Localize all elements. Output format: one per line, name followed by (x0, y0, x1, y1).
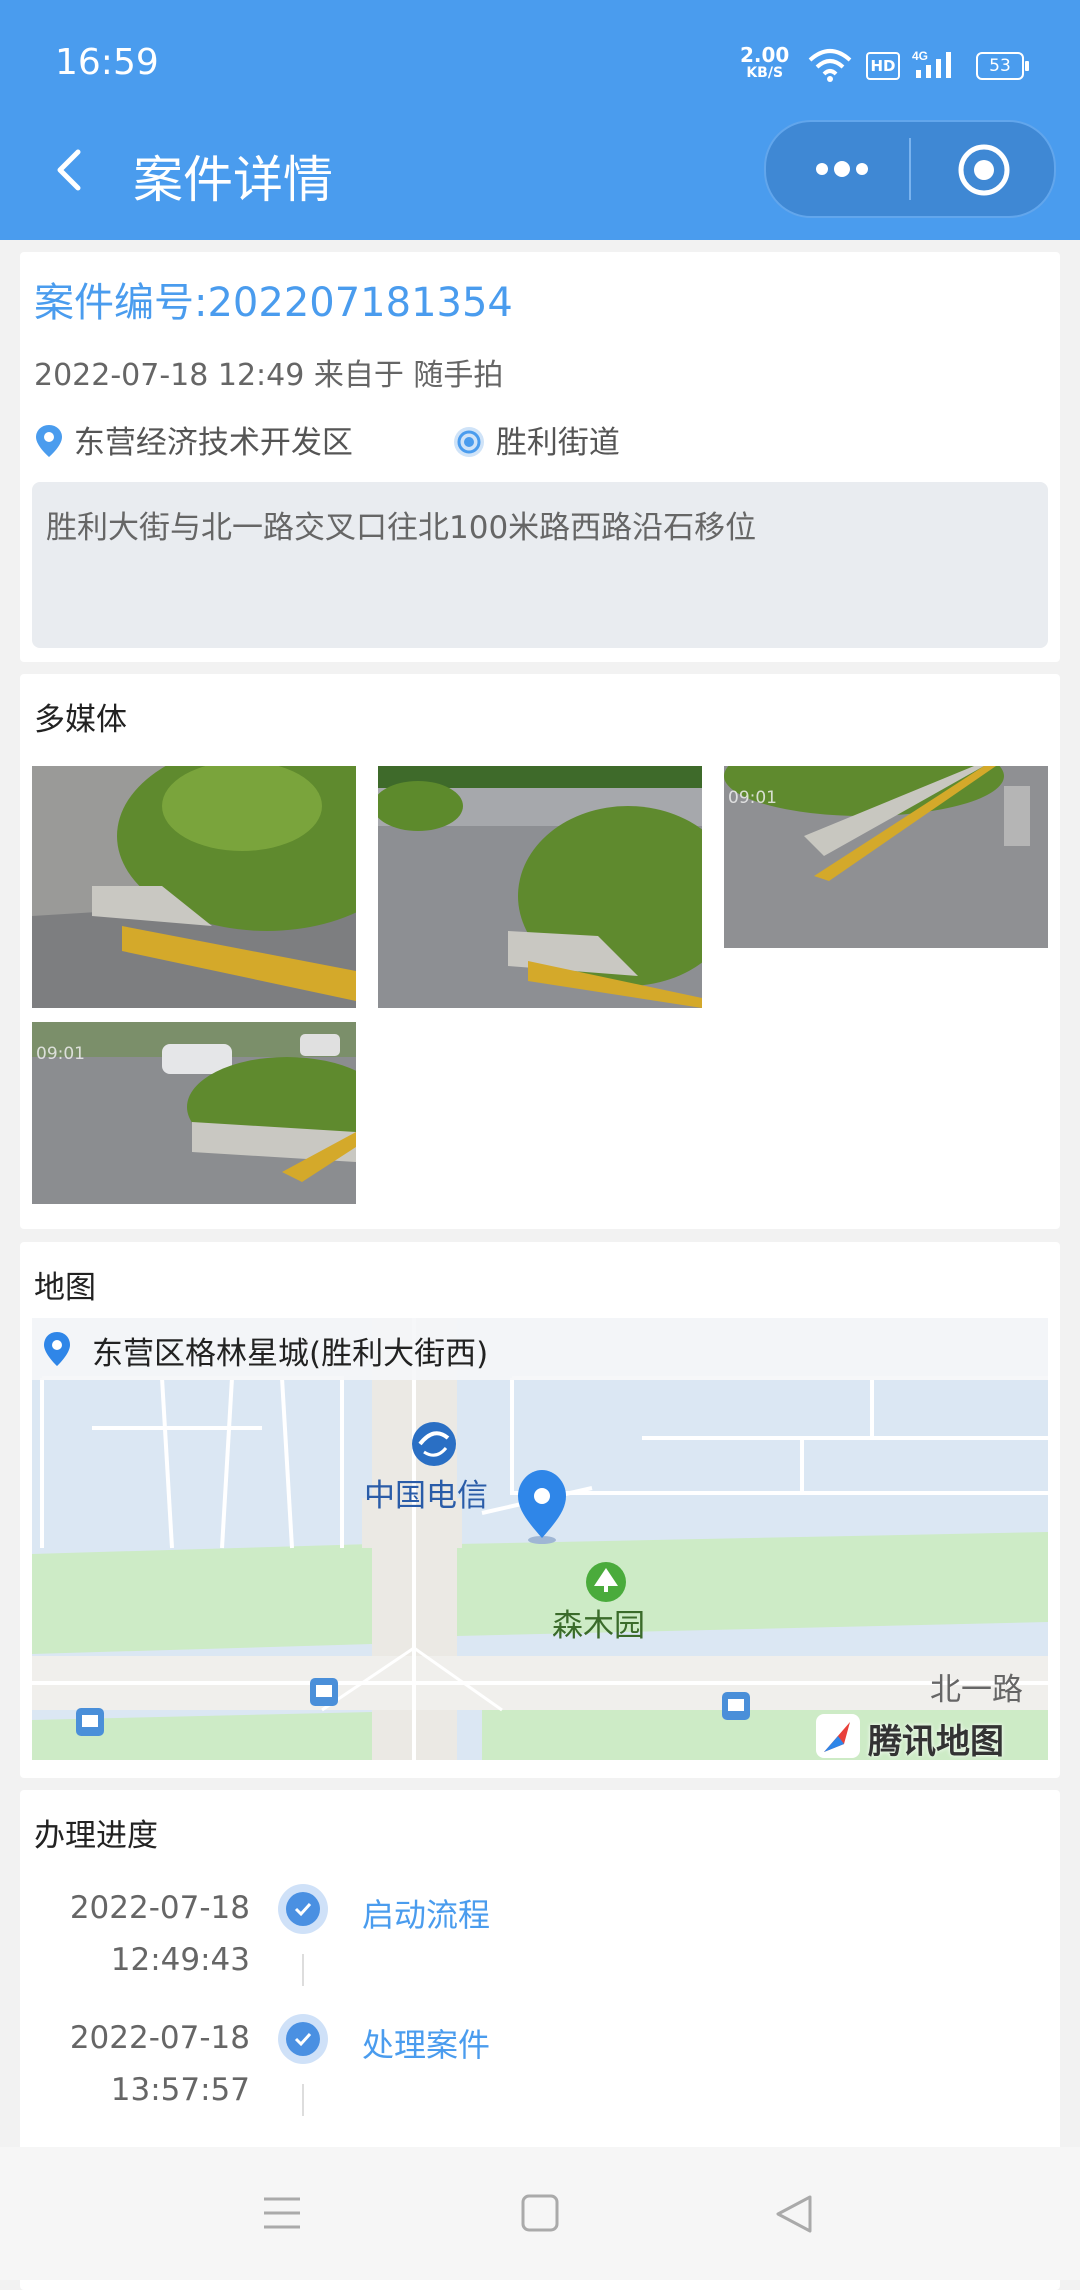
address-pin-icon (44, 1332, 70, 1366)
media-card: 多媒体 09:01 09:01 (20, 674, 1060, 1229)
progress-title: 办理进度 (34, 1818, 158, 1854)
media-title: 多媒体 (34, 702, 127, 738)
timeline-step-2-label: 处理案件 (362, 2026, 491, 2064)
wifi-icon (808, 49, 852, 82)
close-target-icon[interactable] (956, 142, 1012, 198)
street-label: 胜利街道 (495, 425, 620, 461)
media-photo-3[interactable]: 09:01 (724, 766, 1048, 948)
step-date: 2022-07-18 (69, 1890, 250, 1926)
timeline-step-1-label: 启动流程 (362, 1896, 491, 1934)
case-number: 案件编号:202207181354 (34, 280, 513, 326)
street-row: 胜利街道 (452, 417, 620, 462)
case-description-box: 胜利大街与北一路交叉口往北100米路西路沿石移位 (32, 482, 1048, 648)
case-info-card: 案件编号:202207181354 2022-07-18 12:49 来自于 随… (20, 252, 1060, 662)
net-speed-value: 2.00 (740, 43, 790, 67)
network-type: 4G (912, 49, 928, 63)
net-speed: 2.00 KB/S (740, 43, 790, 82)
tencent-map-logo-icon (816, 1714, 860, 1758)
location-pin-icon (36, 425, 62, 457)
timeline-step-2-datetime: 2022-07-18 13:57:57 (20, 2012, 250, 2116)
timeline-step-1-check-icon (278, 1884, 328, 1934)
timeline-step-1-datetime: 2022-07-18 12:49:43 (20, 1882, 250, 1986)
media-photo-2[interactable] (378, 766, 702, 1008)
case-description: 胜利大街与北一路交叉口往北100米路西路沿石移位 (46, 510, 757, 546)
timeline-connector (302, 2084, 304, 2116)
battery-icon: 53 (976, 52, 1029, 80)
step-time: 12:49:43 (110, 1942, 250, 1978)
map-brand: 腾讯地图 (868, 1722, 1004, 1760)
target-location-icon (454, 427, 484, 457)
net-speed-unit: KB/S (746, 65, 784, 81)
map-address-bar: 东营区格林星城(胜利大街西) (32, 1318, 1048, 1380)
park-tree-icon (586, 1562, 626, 1602)
menu-icon[interactable] (262, 2195, 302, 2231)
bus-stop-icon (722, 1692, 750, 1720)
back-icon[interactable] (44, 140, 104, 200)
home-icon[interactable] (520, 2193, 560, 2233)
poi-telecom-label: 中国电信 (364, 1478, 488, 1514)
poi-park-label: 森木园 (552, 1608, 645, 1644)
step-date: 2022-07-18 (69, 2020, 250, 2056)
system-back-icon[interactable] (774, 2193, 814, 2235)
status-bar: 16:59 2.00 KB/S HD 4G 53 (0, 0, 1080, 130)
more-icon[interactable] (806, 146, 878, 192)
road-label: 北一路 (930, 1672, 1023, 1708)
china-telecom-logo-icon (412, 1422, 456, 1466)
signal-icon: 4G (912, 49, 951, 78)
timeline-connector (302, 1954, 304, 1986)
timeline-step-2-check-icon (278, 2014, 328, 2064)
map-card: 地图 东营区格林星城(胜利大街西) 中国电信 森木园 北一路 腾讯地图 (20, 1242, 1060, 1778)
status-time: 16:59 (55, 42, 159, 83)
bus-stop-icon (76, 1708, 104, 1736)
capsule-divider (909, 138, 911, 200)
mini-program-capsule (764, 120, 1056, 218)
photo-3-timestamp: 09:01 (728, 788, 777, 808)
media-photo-4[interactable]: 09:01 (32, 1022, 356, 1204)
media-photo-1[interactable] (32, 766, 356, 1008)
page-title: 案件详情 (133, 151, 333, 209)
map-canvas (32, 1318, 1048, 1760)
map-address: 东营区格林星城(胜利大街西) (92, 1336, 489, 1372)
photo-4-timestamp: 09:01 (36, 1044, 85, 1064)
district-row: 东营经济技术开发区 (34, 417, 353, 462)
district-label: 东营经济技术开发区 (73, 425, 353, 461)
step-time: 13:57:57 (110, 2072, 250, 2108)
case-meta: 2022-07-18 12:49 来自于 随手拍 (34, 358, 504, 393)
nav-bar: 案件详情 (0, 120, 1080, 220)
top-bar: 16:59 2.00 KB/S HD 4G 53 案件详情 (0, 0, 1080, 240)
map-view[interactable]: 东营区格林星城(胜利大街西) 中国电信 森木园 北一路 腾讯地图 (32, 1318, 1048, 1760)
map-title: 地图 (34, 1270, 96, 1306)
bus-stop-icon (310, 1678, 338, 1706)
hd-icon: HD (866, 52, 900, 80)
system-nav-bar (0, 2147, 1080, 2280)
